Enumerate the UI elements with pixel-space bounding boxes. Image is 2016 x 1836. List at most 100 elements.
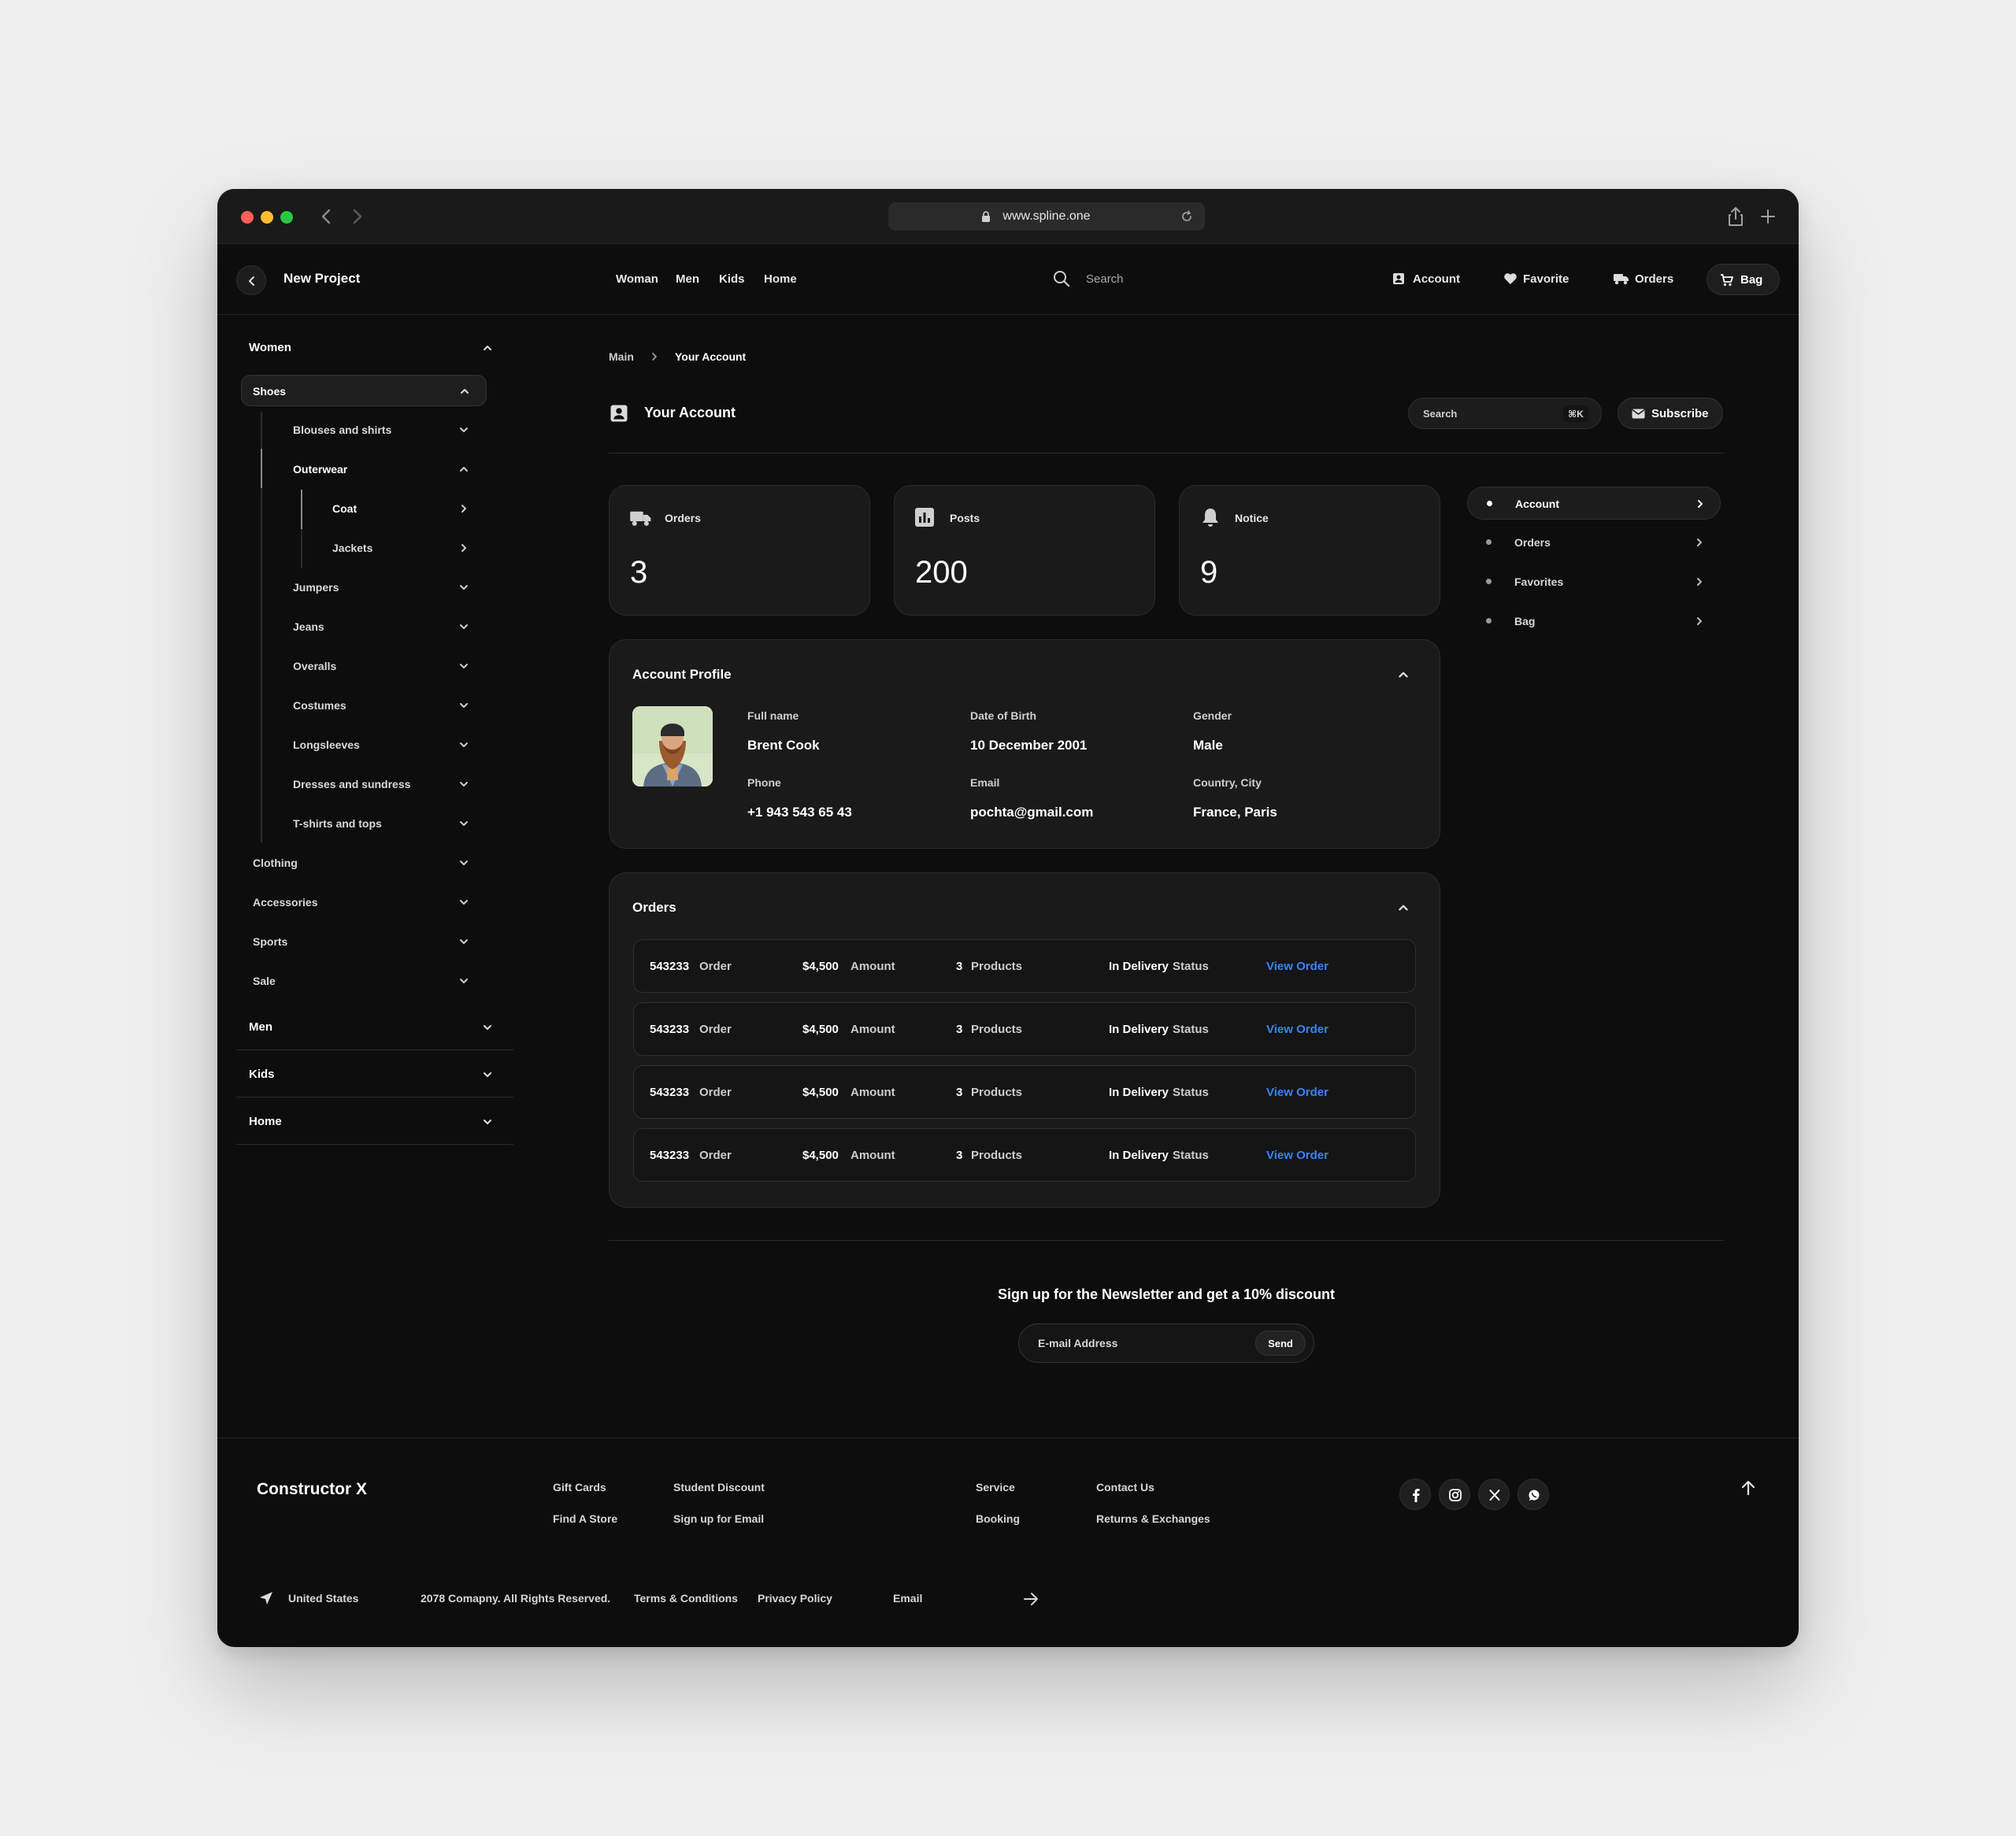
- view-order-link[interactable]: View Order: [1266, 1086, 1329, 1099]
- sidebar-item-blouses[interactable]: Blouses and shirts: [293, 424, 391, 436]
- breadcrumb-main[interactable]: Main: [609, 350, 634, 363]
- chevron-down-icon[interactable]: [458, 936, 469, 947]
- order-label: Order: [699, 960, 732, 973]
- stat-card-orders[interactable]: Orders 3: [609, 485, 870, 616]
- back-arrow-icon[interactable]: [315, 205, 339, 228]
- arrow-up-icon[interactable]: [1739, 1479, 1758, 1497]
- view-order-link[interactable]: View Order: [1266, 960, 1329, 973]
- chevron-down-icon[interactable]: [458, 582, 469, 593]
- stat-card-notice[interactable]: Notice 9: [1179, 485, 1440, 616]
- chevron-down-icon[interactable]: [458, 857, 469, 868]
- sidebar-women[interactable]: Women: [249, 341, 291, 354]
- chevron-down-icon[interactable]: [458, 661, 469, 672]
- chevron-down-icon[interactable]: [458, 818, 469, 829]
- whatsapp-icon[interactable]: [1518, 1479, 1549, 1510]
- reload-icon[interactable]: [1180, 209, 1194, 224]
- chevron-down-icon[interactable]: [458, 621, 469, 632]
- sidebar-home[interactable]: Home: [249, 1115, 282, 1128]
- sidebar-item-sale[interactable]: Sale: [253, 975, 276, 987]
- sidebar-item-sports[interactable]: Sports: [253, 935, 287, 948]
- footer-link-gift-cards[interactable]: Gift Cards: [553, 1481, 606, 1494]
- sidebar-men[interactable]: Men: [249, 1020, 272, 1034]
- sidebar-shoes[interactable]: Shoes: [241, 375, 487, 406]
- sidebar-item-outerwear[interactable]: Outerwear: [293, 463, 347, 476]
- nav-men[interactable]: Men: [676, 272, 699, 286]
- chevron-down-icon[interactable]: [458, 779, 469, 790]
- send-button[interactable]: Send: [1255, 1331, 1306, 1356]
- close-window-button[interactable]: [241, 211, 254, 224]
- header-search-input[interactable]: Search: [1086, 272, 1124, 286]
- nav-kids[interactable]: Kids: [719, 272, 745, 286]
- footer-country[interactable]: United States: [288, 1592, 358, 1605]
- cart-icon: [1720, 274, 1733, 287]
- header-favorite-link[interactable]: Favorite: [1523, 272, 1569, 286]
- chevron-down-icon[interactable]: [458, 424, 469, 435]
- new-tab-icon[interactable]: [1759, 208, 1777, 225]
- nav-home[interactable]: Home: [764, 272, 797, 286]
- chevron-down-icon[interactable]: [458, 975, 469, 986]
- sidebar-item-accessories[interactable]: Accessories: [253, 896, 318, 909]
- nav-woman[interactable]: Woman: [616, 272, 658, 286]
- footer-email-input[interactable]: Email: [893, 1592, 922, 1605]
- heart-icon[interactable]: [1503, 272, 1518, 285]
- sidebar-item-tshirts[interactable]: T-shirts and tops: [293, 817, 382, 830]
- right-menu-favorites[interactable]: Favorites: [1467, 565, 1721, 598]
- chevron-right-icon[interactable]: [458, 503, 469, 514]
- footer-link-signup-email[interactable]: Sign up for Email: [673, 1512, 764, 1525]
- project-back-button[interactable]: [236, 265, 266, 295]
- chevron-down-icon[interactable]: [482, 1116, 493, 1127]
- account-icon[interactable]: [1392, 272, 1405, 285]
- footer-terms-link[interactable]: Terms & Conditions: [634, 1592, 738, 1605]
- chevron-down-icon[interactable]: [482, 1022, 493, 1033]
- footer-link-returns[interactable]: Returns & Exchanges: [1096, 1512, 1210, 1525]
- maximize-window-button[interactable]: [280, 211, 293, 224]
- account-search-input[interactable]: Search ⌘K: [1408, 398, 1602, 429]
- url-bar[interactable]: www.spline.one: [888, 202, 1205, 231]
- search-icon[interactable]: [1052, 269, 1071, 288]
- sidebar-item-coat[interactable]: Coat: [332, 502, 357, 515]
- footer-link-student-discount[interactable]: Student Discount: [673, 1481, 765, 1494]
- sidebar-item-costumes[interactable]: Costumes: [293, 699, 346, 712]
- chevron-up-icon[interactable]: [458, 464, 469, 475]
- right-menu-orders[interactable]: Orders: [1467, 526, 1721, 559]
- share-icon[interactable]: [1726, 206, 1745, 227]
- chevron-down-icon[interactable]: [458, 897, 469, 908]
- truck-icon[interactable]: [1614, 272, 1629, 285]
- view-order-link[interactable]: View Order: [1266, 1149, 1329, 1162]
- chevron-up-icon[interactable]: [1397, 668, 1410, 681]
- sidebar-kids[interactable]: Kids: [249, 1068, 275, 1081]
- header-orders-link[interactable]: Orders: [1635, 272, 1673, 286]
- chevron-down-icon[interactable]: [458, 700, 469, 711]
- footer-link-find-store[interactable]: Find A Store: [553, 1512, 617, 1525]
- subscribe-button[interactable]: Subscribe: [1618, 398, 1723, 429]
- sidebar-item-jackets[interactable]: Jackets: [332, 542, 372, 554]
- minimize-window-button[interactable]: [261, 211, 273, 224]
- right-menu-account[interactable]: Account: [1467, 487, 1721, 520]
- sidebar-item-jeans[interactable]: Jeans: [293, 620, 324, 633]
- instagram-icon[interactable]: [1439, 1479, 1470, 1510]
- arrow-right-icon[interactable]: [1022, 1590, 1040, 1608]
- footer-privacy-link[interactable]: Privacy Policy: [758, 1592, 832, 1605]
- sidebar-item-overalls[interactable]: Overalls: [293, 660, 336, 672]
- sidebar-item-jumpers[interactable]: Jumpers: [293, 581, 339, 594]
- sidebar-item-longsleeves[interactable]: Longsleeves: [293, 738, 360, 751]
- facebook-icon[interactable]: [1399, 1479, 1431, 1510]
- chevron-down-icon[interactable]: [458, 739, 469, 750]
- header-account-link[interactable]: Account: [1413, 272, 1460, 286]
- footer-link-contact[interactable]: Contact Us: [1096, 1481, 1154, 1494]
- sidebar-item-dresses[interactable]: Dresses and sundress: [293, 778, 410, 790]
- chevron-up-icon[interactable]: [482, 342, 493, 354]
- sidebar-item-clothing[interactable]: Clothing: [253, 857, 298, 869]
- stat-card-posts[interactable]: Posts 200: [894, 485, 1155, 616]
- footer-link-booking[interactable]: Booking: [976, 1512, 1020, 1525]
- x-icon[interactable]: [1478, 1479, 1510, 1510]
- forward-arrow-icon[interactable]: [345, 205, 369, 228]
- footer-link-service[interactable]: Service: [976, 1481, 1015, 1494]
- newsletter-email-input[interactable]: E-mail Address Send: [1018, 1323, 1314, 1363]
- chevron-right-icon[interactable]: [458, 542, 469, 553]
- view-order-link[interactable]: View Order: [1266, 1023, 1329, 1036]
- right-menu-bag[interactable]: Bag: [1467, 605, 1721, 638]
- chevron-down-icon[interactable]: [482, 1069, 493, 1080]
- chevron-up-icon[interactable]: [1397, 901, 1410, 914]
- bag-button[interactable]: Bag: [1707, 264, 1780, 295]
